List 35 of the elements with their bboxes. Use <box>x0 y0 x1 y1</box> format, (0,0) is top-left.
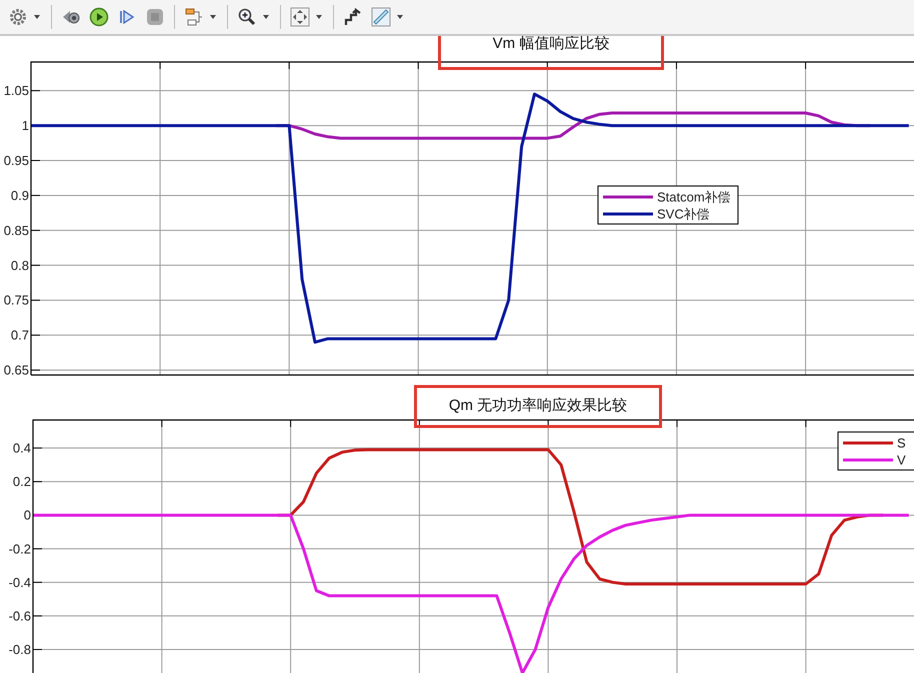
fit-view-icon[interactable] <box>290 7 310 27</box>
caret-icon[interactable] <box>34 15 40 19</box>
caret-icon[interactable] <box>263 15 269 19</box>
y-tick-label: 0.85 <box>4 222 29 238</box>
step-forward-icon[interactable] <box>117 7 137 27</box>
y-tick-label: 0.9 <box>10 188 29 203</box>
y-tick-label: -0.2 <box>8 541 31 556</box>
y-tick-label: 1.05 <box>4 83 29 98</box>
blocks-icon[interactable] <box>184 7 204 27</box>
y-tick-label: 0.95 <box>4 153 29 168</box>
play-icon[interactable] <box>89 7 109 27</box>
y-tick-label: 0.8 <box>10 258 29 273</box>
y-tick-label: 0.2 <box>12 474 31 490</box>
caret-icon[interactable] <box>397 15 403 19</box>
y-tick-label: -0.4 <box>8 574 31 590</box>
legend-label: Statcom补偿 <box>657 190 731 204</box>
y-tick-label: 0.7 <box>10 328 29 343</box>
ruler-icon[interactable] <box>371 7 391 27</box>
y-tick-label: -0.8 <box>8 642 31 657</box>
y-tick-label: -0.6 <box>8 608 31 624</box>
y-tick-label: 1 <box>22 118 29 134</box>
legend-label: S <box>897 436 906 450</box>
caret-icon[interactable] <box>316 15 322 19</box>
y-tick-label: 0.4 <box>12 440 31 456</box>
caret-icon[interactable] <box>210 15 216 19</box>
zoom-icon[interactable] <box>237 7 257 27</box>
settings-icon[interactable] <box>8 7 28 27</box>
y-tick-label: 0.65 <box>4 362 29 378</box>
y-tick-label: 0.75 <box>4 292 29 308</box>
stop-icon[interactable] <box>145 7 165 27</box>
y-tick-label: 0 <box>24 508 31 523</box>
chart-title: Qm 无功功率响应效果比较 <box>414 385 662 428</box>
legend-label: SVC补偿 <box>657 206 710 222</box>
legend-label: V <box>897 452 906 468</box>
staircase-icon[interactable] <box>343 7 363 27</box>
